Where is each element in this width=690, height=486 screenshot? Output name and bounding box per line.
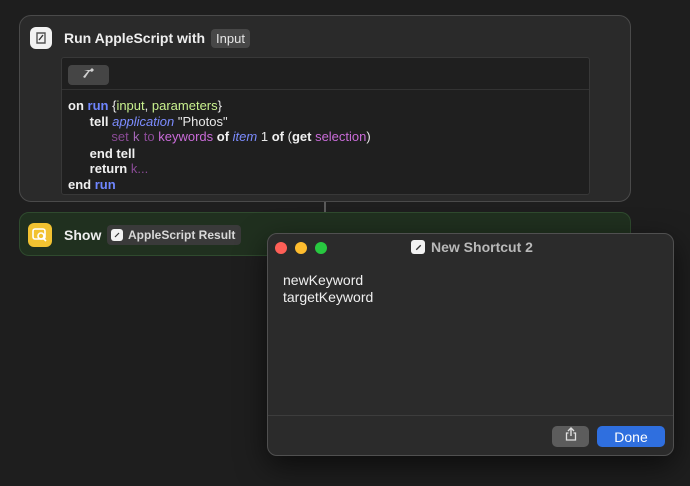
code-line: return k... xyxy=(89,161,149,176)
script-code[interactable]: on run {input, parameters} tell applicat… xyxy=(62,90,589,192)
close-button[interactable] xyxy=(275,242,287,254)
editor-toolbar xyxy=(62,58,589,90)
window-title: New Shortcut 2 xyxy=(411,239,533,255)
code-line: on run {input, parameters} xyxy=(68,98,222,113)
script-editor[interactable]: on run {input, parameters} tell applicat… xyxy=(61,57,590,195)
output-line: targetKeyword xyxy=(283,289,374,305)
action-header: Run AppleScript with Input xyxy=(30,26,250,50)
minimize-button[interactable] xyxy=(295,242,307,254)
code-line: tell application "Photos" xyxy=(89,113,228,129)
result-output: newKeyword targetKeyword xyxy=(283,272,373,306)
show-label: Show xyxy=(64,227,102,243)
zoom-button[interactable] xyxy=(315,242,327,254)
show-result-icon xyxy=(28,223,52,247)
output-line: newKeyword xyxy=(283,272,364,288)
action-title: Run AppleScript with xyxy=(64,30,206,46)
window-title-label: New Shortcut 2 xyxy=(431,239,533,255)
code-line: set k to keywords of item 1 of (get sele… xyxy=(111,129,371,145)
done-button[interactable]: Done xyxy=(597,426,665,447)
action-connector xyxy=(324,202,326,212)
share-button[interactable] xyxy=(552,426,589,447)
code-line: end run xyxy=(68,176,116,192)
result-window: New Shortcut 2 newKeyword targetKeyword … xyxy=(267,233,674,456)
footer-divider xyxy=(268,415,673,416)
shortcuts-script-icon xyxy=(411,240,425,254)
input-variable-token[interactable]: Input xyxy=(211,28,250,48)
shortcuts-script-icon xyxy=(111,229,123,241)
hammer-icon xyxy=(82,66,96,84)
run-applescript-action[interactable]: Run AppleScript with Input on run {input… xyxy=(19,15,631,202)
compile-button[interactable] xyxy=(68,65,109,85)
share-icon xyxy=(565,427,577,446)
applescript-result-token[interactable]: AppleScript Result xyxy=(107,225,242,245)
shortcuts-script-icon xyxy=(30,27,52,49)
result-token-label: AppleScript Result xyxy=(128,228,236,242)
code-line: end tell xyxy=(89,145,136,161)
window-titlebar[interactable]: New Shortcut 2 xyxy=(268,234,673,260)
